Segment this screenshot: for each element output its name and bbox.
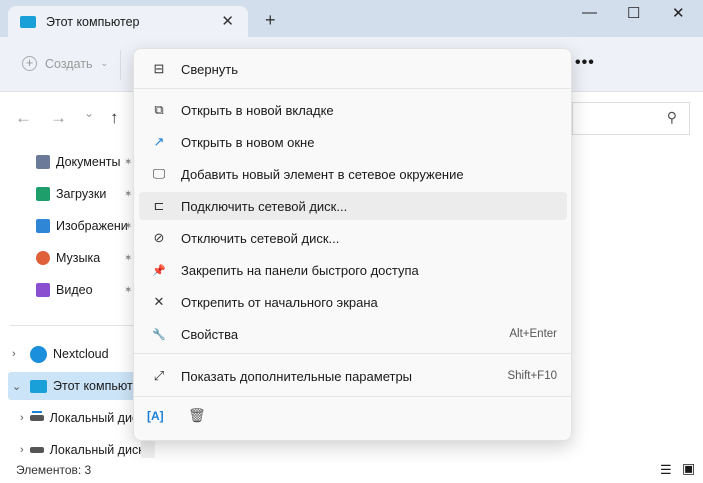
quick-access-pictures[interactable]: Изображени xyxy=(36,216,128,236)
label: Закрепить на панели быстрого доступа xyxy=(181,262,419,278)
pin-icon: ✶ xyxy=(124,157,133,168)
pin-icon: ✶ xyxy=(124,221,133,232)
close-button[interactable]: ✕ xyxy=(672,4,685,22)
label: Свернуть xyxy=(181,61,239,77)
menu-separator xyxy=(134,88,571,89)
maximize-button[interactable]: ☐ xyxy=(627,4,640,22)
menu-item-properties[interactable]: 🔧 Свойства Alt+Enter xyxy=(139,320,567,348)
label: Nextcloud xyxy=(53,347,109,361)
new-tab-button[interactable]: + xyxy=(265,10,276,31)
label: Видео xyxy=(56,283,93,297)
label: Открыть в новой вкладке xyxy=(181,102,334,118)
divider xyxy=(10,325,135,326)
rename-icon[interactable]: [A] xyxy=(147,409,164,423)
chevron-down-icon[interactable]: ⌄ xyxy=(12,380,24,393)
computer-icon xyxy=(20,16,36,28)
disconnect-drive-icon: ⊘ xyxy=(153,230,165,245)
nextcloud-icon xyxy=(30,345,47,363)
recent-button[interactable]: ⌄ xyxy=(84,106,94,120)
tab-this-pc[interactable]: Этот компьютер ✕ xyxy=(8,6,248,38)
tiles-view-icon[interactable]: ▣ xyxy=(682,460,695,477)
create-label: Создать xyxy=(45,56,93,71)
search-icon: ⚲ xyxy=(666,109,677,125)
label: Открыть в новом окне xyxy=(181,134,315,150)
music-icon xyxy=(36,251,50,265)
wrench-icon: 🔧 xyxy=(152,328,166,341)
close-tab-icon[interactable]: ✕ xyxy=(221,12,234,30)
menu-separator xyxy=(134,353,571,354)
label: Изображени xyxy=(56,219,128,233)
label: Музыка xyxy=(56,251,101,265)
label: Подключить сетевой диск... xyxy=(181,198,348,214)
pin-icon: ✶ xyxy=(124,189,133,200)
forward-button[interactable]: → xyxy=(50,108,67,128)
details-view-icon[interactable]: ☰ xyxy=(660,462,672,478)
computer-icon xyxy=(30,379,47,393)
create-button[interactable]: + Создать ⌄ xyxy=(22,56,108,71)
drive-icon xyxy=(29,415,44,421)
collapse-icon: ⊟ xyxy=(153,61,165,76)
delete-icon[interactable]: 🗑 xyxy=(188,407,206,424)
new-window-icon: ↗ xyxy=(153,134,165,149)
menu-item-unpin-start[interactable]: ✕ Открепить от начального экрана xyxy=(139,288,567,316)
new-tab-icon: ⧉ xyxy=(154,102,164,117)
tree-item-local-disk-c[interactable]: › Локальный диск xyxy=(20,404,138,432)
label: Загрузки xyxy=(56,187,107,201)
minimize-button[interactable]: — xyxy=(582,4,597,21)
up-button[interactable]: ↑ xyxy=(110,108,119,128)
label: Открепить от начального экрана xyxy=(181,294,378,310)
chevron-down-icon: ⌄ xyxy=(100,58,109,68)
pin-icon: ✶ xyxy=(124,253,133,264)
status-item-count: Элементов: 3 xyxy=(16,463,92,477)
back-button[interactable]: ← xyxy=(15,108,32,128)
plus-icon: + xyxy=(22,56,37,71)
pin-icon: ✶ xyxy=(124,285,133,296)
label: Показать дополнительные параметры xyxy=(181,368,413,384)
quick-access-documents[interactable]: Документы xyxy=(36,152,120,172)
map-drive-icon: ⊏ xyxy=(153,198,165,213)
pin-icon: 📌 xyxy=(152,264,166,277)
menu-item-open-new-window[interactable]: ↗ Открыть в новом окне xyxy=(139,128,567,156)
label: Отключить сетевой диск... xyxy=(181,230,340,246)
label: Локальный диск xyxy=(49,411,138,425)
menu-item-open-new-tab[interactable]: ⧉ Открыть в новой вкладке xyxy=(139,96,567,124)
video-icon xyxy=(36,283,50,297)
label: Добавить новый элемент в сетевое окружен… xyxy=(181,166,464,182)
menu-item-disconnect-network-drive[interactable]: ⊘ Отключить сетевой диск... xyxy=(139,224,567,252)
downloads-icon xyxy=(36,187,50,201)
tab-title: Этот компьютер xyxy=(46,15,140,29)
menu-item-map-network-drive[interactable]: ⊏ Подключить сетевой диск... xyxy=(139,192,567,220)
more-options-icon: ⤢ xyxy=(153,368,165,383)
menu-separator xyxy=(134,396,571,397)
network-location-icon: 🖵 xyxy=(152,166,166,181)
chevron-right-icon[interactable]: › xyxy=(12,348,24,360)
shortcut: Alt+Enter xyxy=(509,328,557,340)
tree-item-local-disk-d[interactable]: › Локальный диск xyxy=(20,436,141,464)
documents-icon xyxy=(36,155,50,169)
context-menu: ⊟ Свернуть ⧉ Открыть в новой вкладке ↗ Откр… xyxy=(133,48,572,441)
unpin-icon: ✕ xyxy=(153,294,165,309)
more-button[interactable]: ••• xyxy=(575,54,595,72)
toolbar-divider xyxy=(120,50,121,80)
label: Документы xyxy=(56,155,121,169)
menu-item-pin-quick-access[interactable]: 📌 Закрепить на панели быстрого доступа xyxy=(139,256,567,284)
tree-item-nextcloud[interactable]: › Nextcloud xyxy=(12,340,109,368)
quick-access-downloads[interactable]: Загрузки xyxy=(36,184,106,204)
chevron-right-icon[interactable]: › xyxy=(20,412,24,424)
quick-access-music[interactable]: Музыка xyxy=(36,248,100,268)
menu-item-add-network-location[interactable]: 🖵 Добавить новый элемент в сетевое окруже… xyxy=(139,160,567,188)
drive-icon xyxy=(29,447,44,453)
chevron-right-icon[interactable]: › xyxy=(20,444,24,456)
label: Свойства xyxy=(181,326,239,342)
menu-item-collapse[interactable]: ⊟ Свернуть xyxy=(139,55,567,83)
menu-item-show-more-options[interactable]: ⤢ Показать дополнительные параметры Shift+… xyxy=(139,362,567,390)
search-input[interactable]: ⚲ xyxy=(572,102,690,135)
pictures-icon xyxy=(36,219,50,233)
shortcut: Shift+F10 xyxy=(507,370,557,382)
quick-access-video[interactable]: Видео xyxy=(36,280,93,300)
label: Локальный диск xyxy=(49,443,141,457)
